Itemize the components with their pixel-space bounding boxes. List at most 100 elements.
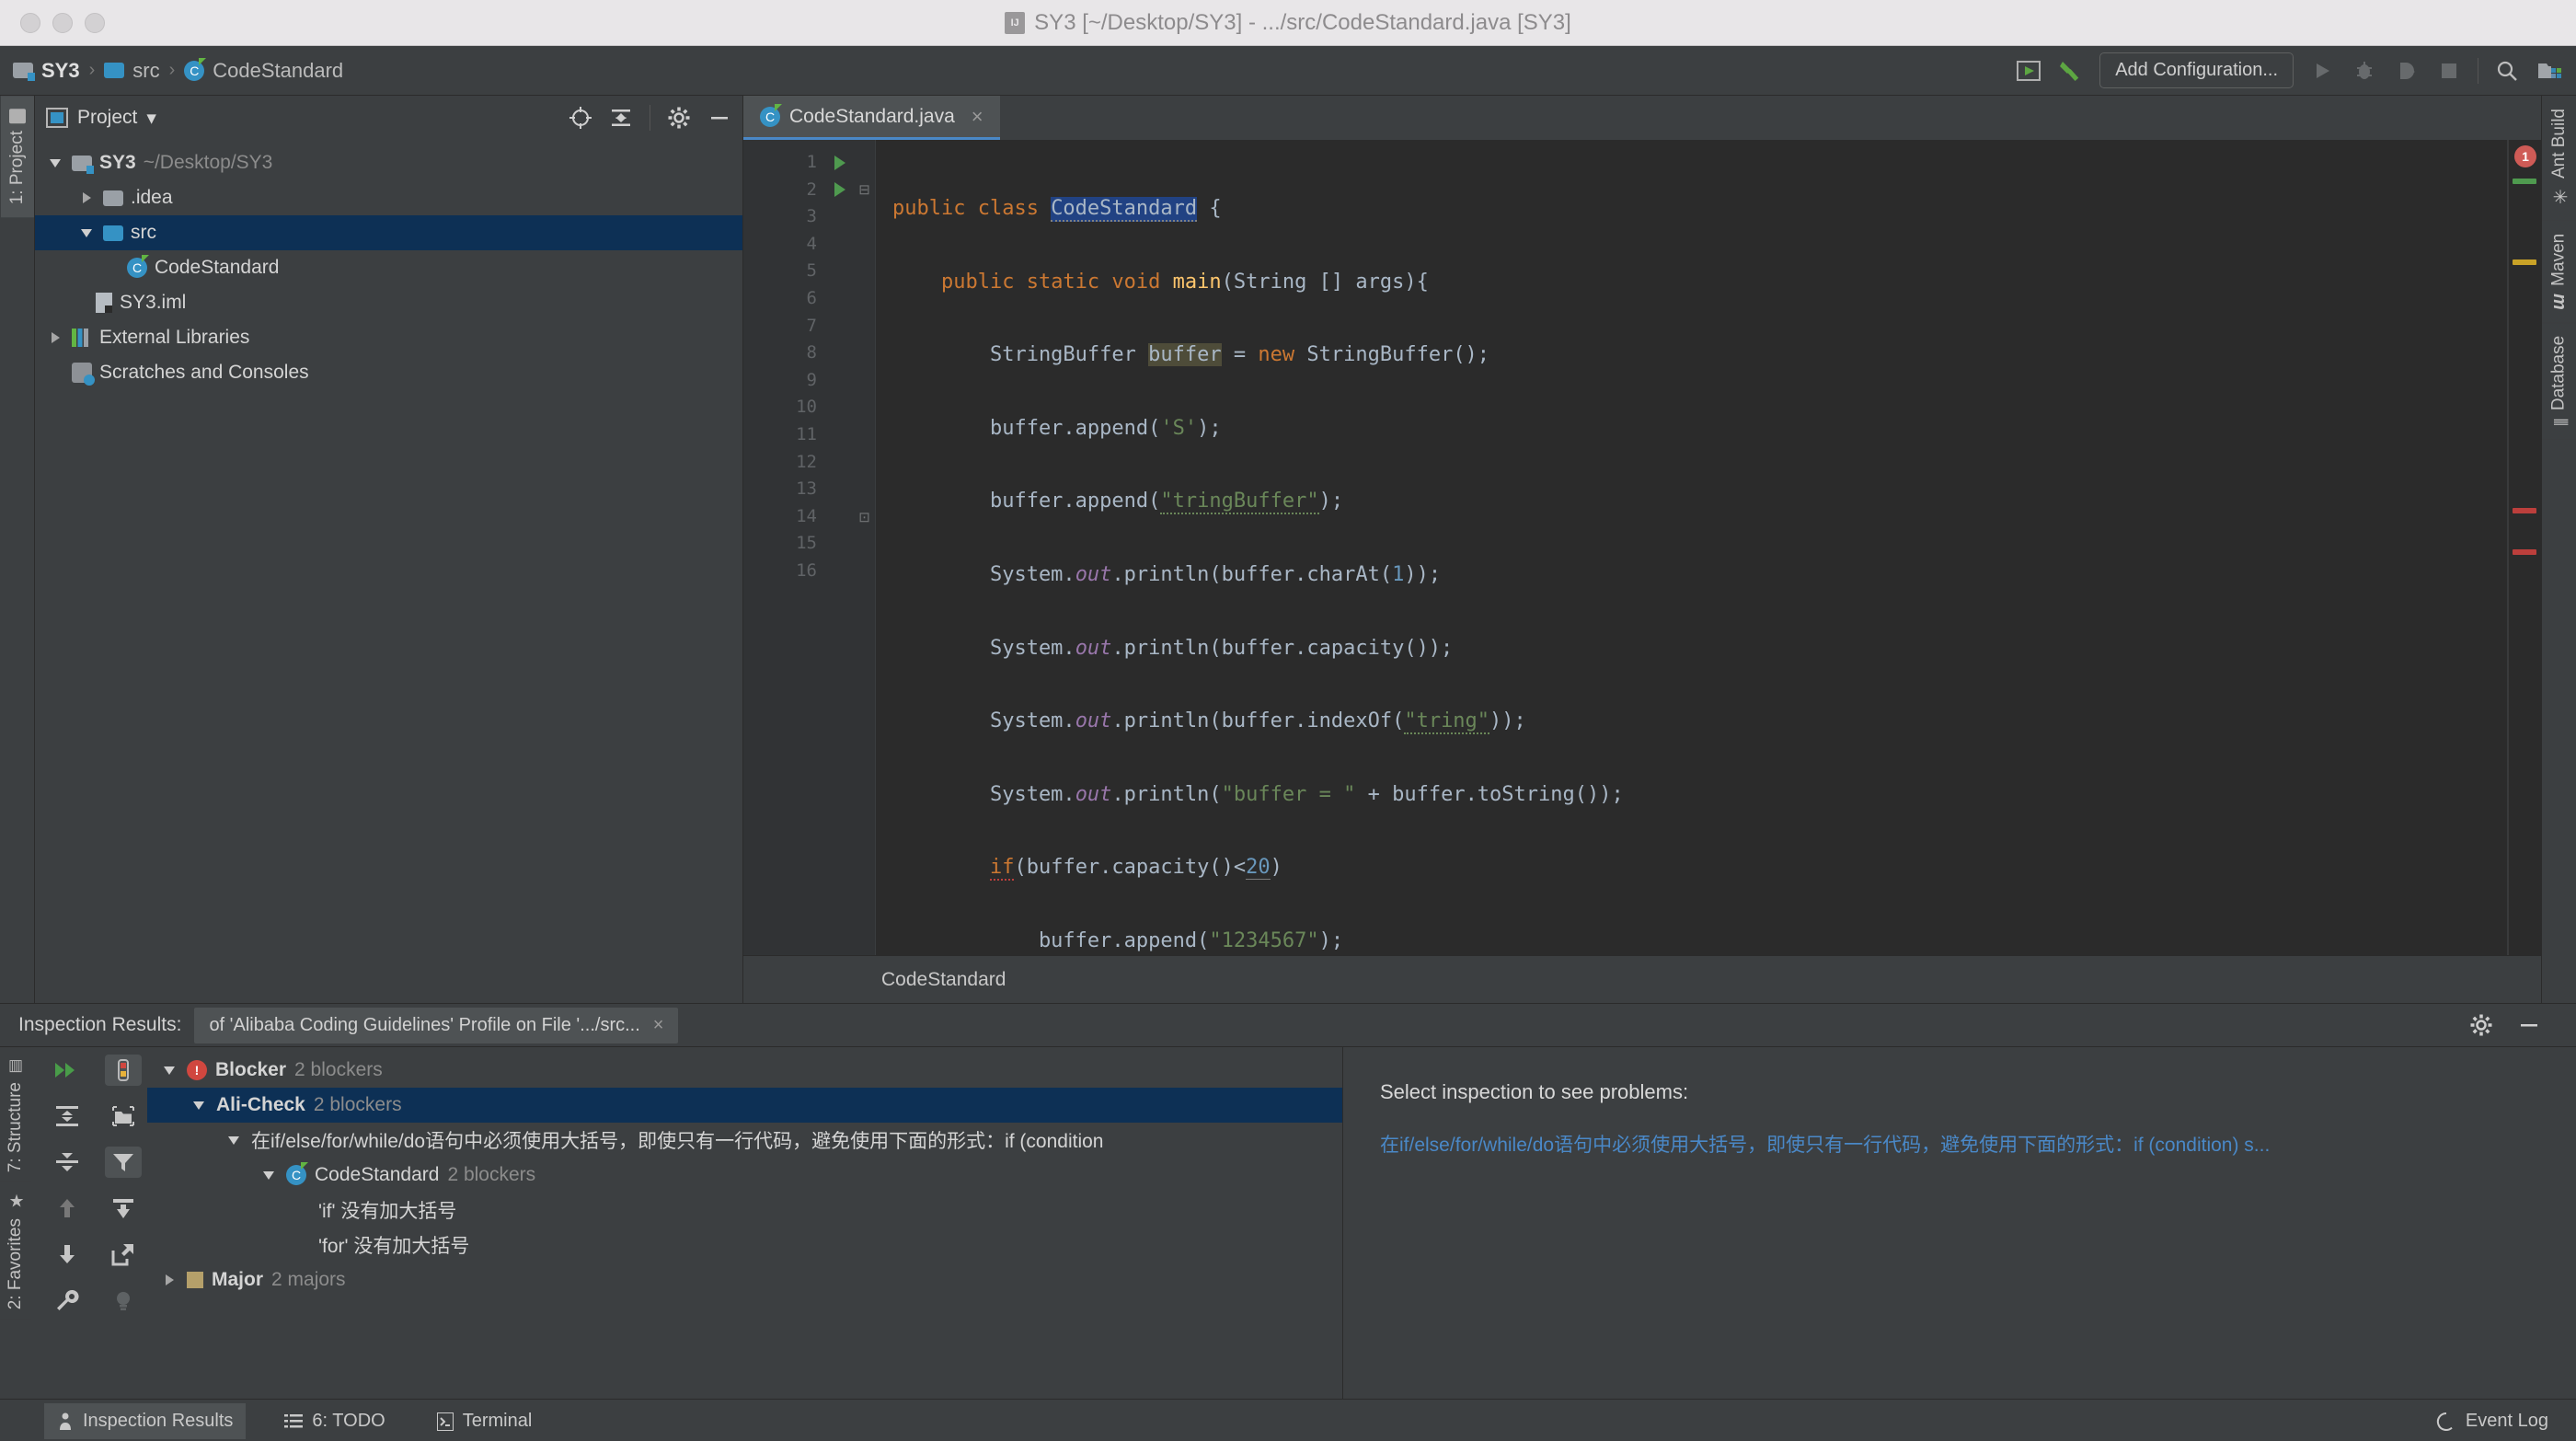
quickfix-bulb-icon[interactable]: [105, 1285, 142, 1316]
inspection-profile-tab[interactable]: of 'Alibaba Coding Guidelines' Profile o…: [194, 1007, 679, 1043]
inspection-item-count: 2 blockers: [313, 1094, 402, 1115]
breadcrumb-item-sy3[interactable]: SY3: [13, 59, 80, 83]
editor-body[interactable]: 1 2 3 4 5 6 7 8 9 10 11 12 13 14 15 16 ⊟…: [743, 140, 2541, 955]
gear-icon[interactable]: [667, 106, 691, 130]
project-structure-settings-icon[interactable]: [2536, 57, 2563, 85]
hide-panel-icon[interactable]: [2517, 1013, 2558, 1037]
sidebar-item-label: Database: [2548, 335, 2569, 411]
error-count-badge[interactable]: 1: [2514, 145, 2536, 167]
inspection-item-rule[interactable]: 在if/else/for/while/do语句中必须使用大括号，即使只有一行代码…: [147, 1123, 1342, 1158]
stripe-marker-error[interactable]: [2513, 508, 2536, 513]
breadcrumb-item-src[interactable]: src: [104, 59, 160, 83]
editor-breadcrumb[interactable]: CodeStandard: [743, 955, 2541, 1003]
project-structure-icon[interactable]: [2015, 57, 2042, 85]
tree-item-codestandard[interactable]: CodeStandard: [35, 250, 742, 285]
chevron-down-icon[interactable]: [226, 1132, 243, 1148]
event-log-label: Event Log: [2465, 1411, 2548, 1431]
tab-todo[interactable]: 6: TODO: [271, 1403, 397, 1439]
chevron-right-icon[interactable]: [79, 190, 96, 206]
sidebar-item-maven[interactable]: m Maven: [2542, 221, 2576, 323]
sidebar-item-favorites[interactable]: 2: Favorites ★: [0, 1182, 31, 1320]
run-icon[interactable]: [2308, 57, 2336, 85]
inspection-detail-title: Select inspection to see problems:: [1380, 1080, 1689, 1103]
locate-target-icon[interactable]: [569, 106, 592, 130]
breadcrumb-item-codestandard[interactable]: CodeStandard: [184, 57, 343, 83]
build-hammer-icon[interactable]: [2057, 57, 2085, 85]
tree-item-idea[interactable]: .idea: [35, 180, 742, 215]
run-method-icon[interactable]: [826, 177, 854, 204]
export-to-icon[interactable]: [105, 1193, 142, 1224]
inspection-body: 7: Structure ▥ 2: Favorites ★ ! Blocker …: [0, 1046, 2576, 1399]
close-tab-icon[interactable]: ×: [972, 105, 983, 129]
run-coverage-icon[interactable]: [2393, 57, 2421, 85]
breadcrumb-separator: ›: [168, 60, 176, 80]
inspection-problem-for[interactable]: 'for' 没有加大括号: [147, 1228, 1342, 1262]
sidebar-item-ant-build[interactable]: ✳ Ant Build: [2541, 96, 2576, 222]
tab-terminal[interactable]: Terminal: [424, 1403, 546, 1439]
collapse-all-icon[interactable]: [49, 1147, 86, 1178]
tree-item-sy3[interactable]: SY3 ~/Desktop/SY3: [35, 145, 742, 180]
add-configuration-button[interactable]: Add Configuration...: [2099, 52, 2294, 88]
stripe-marker-error[interactable]: [2513, 549, 2536, 555]
stop-icon[interactable]: [2435, 57, 2463, 85]
chevron-down-icon[interactable]: [191, 1097, 208, 1113]
gear-icon[interactable]: [2469, 1013, 2493, 1037]
tree-item-sy3-iml[interactable]: SY3.iml: [35, 285, 742, 320]
window-controls[interactable]: [20, 12, 105, 33]
editor-tab-codestandard-java[interactable]: CodeStandard.java ×: [743, 96, 1000, 140]
stripe-marker-ok[interactable]: [2513, 179, 2536, 184]
group-by-directory-icon[interactable]: [105, 1101, 142, 1132]
code-line-1: public class CodeStandard {: [892, 197, 1222, 222]
close-icon[interactable]: ×: [653, 1015, 664, 1036]
inspection-detail-link[interactable]: 在if/else/for/while/do语句中必须使用大括号，即使只有一行代码…: [1380, 1130, 2539, 1158]
prev-problem-icon[interactable]: [49, 1193, 86, 1224]
line-number: 7: [806, 315, 817, 336]
fold-region-start-icon[interactable]: ⊟: [854, 177, 875, 204]
tree-item-external-libraries[interactable]: External Libraries: [35, 320, 742, 355]
next-problem-icon[interactable]: [49, 1239, 86, 1270]
open-in-new-icon[interactable]: [105, 1239, 142, 1270]
event-log-button[interactable]: Event Log: [2436, 1411, 2576, 1432]
error-stripe-marker-bar[interactable]: 1: [2508, 140, 2541, 955]
close-window-button[interactable]: [20, 12, 40, 33]
expand-all-icon[interactable]: [49, 1101, 86, 1132]
inspection-item-ali-check[interactable]: Ali-Check 2 blockers: [147, 1088, 1342, 1123]
maven-icon: m: [2549, 294, 2570, 310]
chevron-down-icon[interactable]: ▾: [146, 107, 156, 130]
search-everywhere-icon[interactable]: [2493, 57, 2521, 85]
tree-item-scratches[interactable]: Scratches and Consoles: [35, 355, 742, 390]
tab-inspection-results[interactable]: Inspection Results: [44, 1403, 247, 1439]
sidebar-item-database[interactable]: ⦀ Database: [2542, 322, 2576, 440]
sidebar-item-project[interactable]: 1: Project: [0, 96, 34, 218]
filter-icon[interactable]: [105, 1147, 142, 1178]
rerun-icon[interactable]: [49, 1055, 86, 1086]
inspection-icon: [57, 1412, 74, 1431]
code-folding-gutter: ⊟ ⊡: [854, 140, 876, 955]
chevron-down-icon[interactable]: [162, 1062, 178, 1078]
sidebar-item-structure[interactable]: 7: Structure ▥: [0, 1047, 31, 1182]
minimize-window-button[interactable]: [52, 12, 73, 33]
tree-item-src[interactable]: src: [35, 215, 742, 250]
debug-icon[interactable]: [2351, 57, 2378, 85]
fold-region-end-icon[interactable]: ⊡: [854, 503, 875, 531]
stripe-marker-warning[interactable]: [2513, 259, 2536, 265]
inspection-group-major[interactable]: Major 2 majors: [147, 1262, 1342, 1297]
run-class-icon[interactable]: [826, 149, 854, 177]
code-content[interactable]: public class CodeStandard { public stati…: [876, 140, 2508, 955]
hide-panel-icon[interactable]: [707, 106, 731, 130]
chevron-right-icon[interactable]: [162, 1272, 178, 1288]
collapse-all-icon[interactable]: [609, 106, 633, 130]
inspection-item-file-codestandard[interactable]: CodeStandard 2 blockers: [147, 1158, 1342, 1193]
maximize-window-button[interactable]: [85, 12, 105, 33]
chevron-down-icon[interactable]: [261, 1167, 278, 1183]
code-line-3: StringBuffer buffer = new StringBuffer()…: [892, 343, 1490, 367]
chevron-right-icon[interactable]: [48, 329, 64, 346]
inspection-rule-label: 在if/else/for/while/do语句中必须使用大括号，即使只有一行代码…: [251, 1131, 1104, 1152]
chevron-down-icon[interactable]: [79, 225, 96, 241]
inspection-problem-if[interactable]: 'if' 没有加大括号: [147, 1193, 1342, 1228]
java-class-icon: [286, 1162, 308, 1185]
settings-wrench-icon[interactable]: [49, 1285, 86, 1316]
chevron-down-icon[interactable]: [48, 155, 64, 171]
inspection-group-blocker[interactable]: Blocker 2 blockers: [147, 1053, 1342, 1088]
group-by-severity-icon[interactable]: [105, 1055, 142, 1086]
